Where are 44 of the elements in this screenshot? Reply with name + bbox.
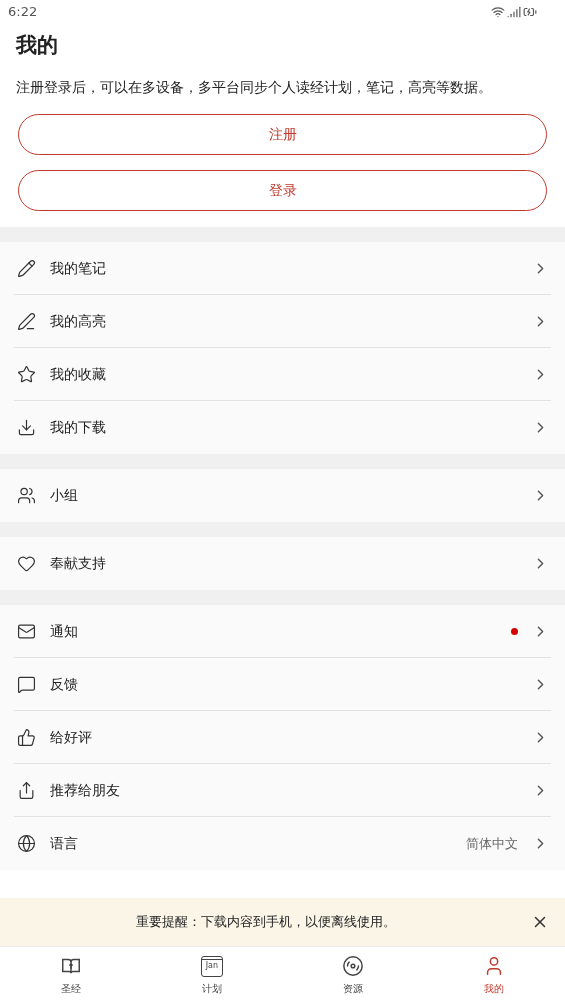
menu-item[interactable]: 通知 [14,605,551,658]
nav-tab[interactable]: 我的 [423,947,565,1004]
menu-label: 我的收藏 [50,364,107,384]
menu-label: 语言 [50,834,79,853]
pencil-icon [17,258,36,278]
menu-item[interactable]: 反馈 [14,658,551,711]
menu-label: 小组 [50,486,79,505]
description: 注册登录后，可以在多设备，多平台同步个人读经计划，笔记，高亮等数据。 [16,78,493,97]
menu-item[interactable]: 语言 简体中文 [14,817,551,870]
menu-label: 奉献支持 [50,554,107,573]
notice-text: 重要提醒：下载内容到手机，以便离线使用。 [136,913,397,932]
nav-tab[interactable]: Jan 计划 [141,947,283,1004]
calendar-icon: Jan [200,955,223,977]
battery-icon [523,5,537,19]
menu-label: 反馈 [50,674,79,694]
signal-icon [507,5,521,19]
menu-label: 给好评 [50,727,93,747]
status-time: 6:22 [8,3,38,22]
thumbs-up-icon [17,727,36,747]
menu-item[interactable]: 我的收藏 [14,348,551,401]
menu-item[interactable]: 我的下载 [14,401,551,454]
menu-label: 我的高亮 [50,311,107,331]
speech-bubble-icon [17,674,36,694]
download-icon [17,418,36,437]
page-title: 我的 [16,32,59,59]
users-icon [17,486,36,505]
menu-item[interactable]: 给好评 [14,711,551,764]
nav-tab[interactable]: 资源 [282,947,424,1004]
menu-label: 我的下载 [50,418,107,437]
star-icon [17,364,36,384]
menu-item[interactable]: 推荐给朋友 [14,764,551,817]
menu-item[interactable]: 我的高亮 [14,295,551,348]
share-icon [17,780,36,800]
wifi-icon [491,5,505,19]
nav-tab[interactable]: 圣经 [0,947,142,1004]
globe-icon [17,834,36,853]
disc-icon [342,955,365,977]
menu-item[interactable]: 我的笔记 [14,242,551,295]
menu-label: 通知 [50,621,79,641]
heart-icon [17,554,36,573]
menu-label: 我的笔记 [50,258,107,278]
pen-line-icon [17,311,36,331]
menu-value: 简体中文 [466,834,518,853]
menu-label: 推荐给朋友 [50,780,121,800]
